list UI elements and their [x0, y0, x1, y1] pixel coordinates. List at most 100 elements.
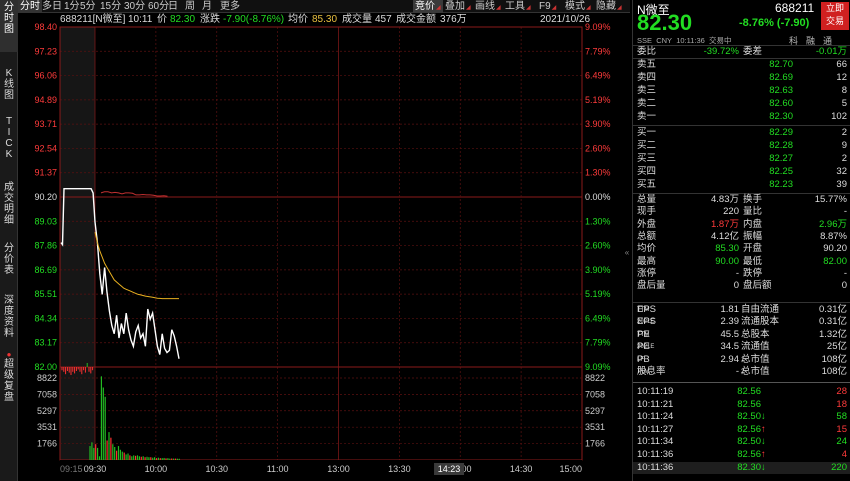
tick-row: 10:11:27 82.56 ↑ 15	[633, 424, 850, 436]
stat-value: 90.00	[715, 255, 739, 267]
price-change: -8.76% (-7.90)	[739, 17, 810, 29]
stat-label: 总额	[637, 230, 657, 242]
bids-row: 买四 82.25 32	[633, 166, 850, 178]
collapse-panel-icon[interactable]: «	[622, 248, 632, 260]
chart-frame	[59, 26, 583, 461]
tick-volume: 15	[836, 423, 847, 435]
fundamental-value: 2.39	[720, 316, 740, 328]
bids-price: 82.27	[769, 153, 793, 164]
stat-row: 均价 85.30 开盘 90.20	[633, 243, 850, 255]
currency: CNY	[656, 36, 673, 45]
fundamental-label-text: 总市值	[741, 353, 770, 365]
fundamental-value: 108亿	[821, 353, 847, 365]
pct-tick-label: 2.60%	[585, 241, 611, 251]
tick-time: 10:11:21	[637, 398, 674, 410]
pct-tick-label: 3.90%	[585, 265, 611, 275]
fundamental-label-text: PE	[637, 328, 650, 340]
fundamental-label: 总市值 2	[741, 366, 770, 381]
price-tick-label: 86.69	[34, 265, 57, 275]
asks-row: 卖二 82.60 5	[633, 98, 850, 110]
order-ratio-row: 委比 -39.72% 委差 -0.01万	[633, 46, 850, 58]
reference-line	[100, 191, 168, 197]
down-arrow-icon: ↓	[761, 461, 766, 473]
tick-time: 10:11:36	[637, 449, 674, 460]
fundamental-label-text: 流通股本	[741, 316, 780, 328]
pct-tick-label: 5.19%	[585, 289, 611, 299]
bids-row: 买三 82.27 2	[633, 153, 850, 165]
weibi-value: -39.72%	[703, 46, 739, 57]
stat-label: 最低	[743, 255, 763, 267]
bids-label: 买一	[637, 127, 657, 138]
volume-tick-label-right: 1766	[585, 439, 605, 449]
stat-value: 8.87%	[820, 230, 847, 242]
asks-row: 卖三 82.63 8	[633, 85, 850, 97]
time-tick-label: 13:30	[388, 464, 411, 474]
stat-label: 振幅	[743, 230, 763, 242]
asks-price: 82.63	[769, 85, 793, 96]
tick-price: 82.30	[737, 461, 761, 473]
price-tick-label: 82.00	[34, 362, 57, 372]
bids-price: 82.23	[769, 179, 793, 190]
asks-row: 卖四 82.69 12	[633, 72, 850, 84]
fundamental-label-text: PE	[637, 341, 650, 353]
bids-volume: 39	[836, 179, 847, 190]
pct-tick-label: 7.79%	[585, 46, 611, 56]
volume-tick-label-right: 8822	[585, 373, 605, 383]
trade-button-line1: 立即	[825, 3, 844, 13]
tick-price: 82.56	[737, 386, 761, 397]
stat-value: -	[843, 267, 847, 279]
asks-volume: 102	[831, 111, 847, 122]
fundamental-value: 108亿	[821, 366, 847, 377]
fundamental-value: 0.31亿	[819, 304, 847, 315]
time-tick-label: 10:00	[145, 464, 168, 474]
pct-tick-label: 1.30%	[585, 216, 611, 226]
fundamental-value: 45.5	[720, 328, 740, 340]
intraday-chart[interactable]: 98.40 9.09% 97.23 7.79% 96.06 6.49% 94.89 5.19%…	[0, 0, 630, 481]
price-tick-label: 94.89	[34, 95, 57, 105]
pct-tick-label: 9.09%	[585, 362, 611, 372]
weicha-label: 委差	[743, 46, 763, 57]
stat-row: 现手 220 量比 -	[633, 206, 850, 218]
tick-time: 10:11:27	[637, 423, 674, 435]
stat-label: 均价	[637, 243, 657, 255]
asks-row: 卖一 82.30 102	[633, 111, 850, 123]
fundamental-row: PE TTM 45.5 总股本 1.32亿	[633, 329, 850, 341]
fundamental-label-text: EPS	[637, 316, 657, 328]
asks-price: 82.70	[769, 59, 793, 70]
asks-label: 卖一	[637, 111, 657, 122]
fundamental-value: 2.94	[720, 353, 740, 365]
tick-price: 82.56	[737, 423, 761, 435]
bids-label: 买二	[637, 140, 657, 151]
bids-label: 买四	[637, 166, 657, 177]
tick-price: 82.56	[737, 398, 761, 410]
stat-value: 4.83万	[711, 194, 739, 205]
tick-volume: 24	[836, 436, 847, 448]
bids-price: 82.25	[769, 166, 793, 177]
fundamental-label-text: 总市值	[741, 366, 770, 377]
volume-tick-label: 8822	[37, 373, 57, 383]
time-tick-label: 14:30	[510, 464, 533, 474]
fundamental-value: 0.31亿	[819, 316, 847, 328]
asks-volume: 66	[836, 59, 847, 70]
down-arrow-icon: ↓	[761, 436, 766, 448]
fundamental-label-text: PB	[637, 353, 650, 365]
time-tick-label: 13:00	[327, 464, 350, 474]
bids-label: 买五	[637, 179, 657, 190]
volume-tick-label: 1766	[37, 439, 57, 449]
asks-price: 82.30	[769, 111, 793, 122]
stat-label: 跌停	[743, 267, 763, 279]
stat-value: 4.12亿	[711, 230, 739, 242]
asks-label: 卖四	[637, 72, 657, 83]
tick-row: 10:11:24 82.50 ↓ 58	[633, 411, 850, 423]
tick-row: 10:11:34 82.50 ↓ 24	[633, 436, 850, 448]
trade-now-button[interactable]: 立即 交易	[821, 2, 849, 30]
stat-label: 内盘	[743, 218, 763, 230]
bids-volume: 9	[841, 140, 847, 151]
quote-panel: N微至 688211 立即 交易 82.30 -8.76% (-7.90) SS…	[632, 0, 850, 481]
bids-volume: 32	[836, 166, 847, 177]
stat-label: 涨停	[637, 267, 657, 279]
asks-volume: 12	[836, 72, 847, 83]
stat-value: -	[843, 206, 847, 218]
tick-price: 82.56	[737, 449, 761, 460]
price-tick-label: 96.06	[34, 71, 57, 81]
